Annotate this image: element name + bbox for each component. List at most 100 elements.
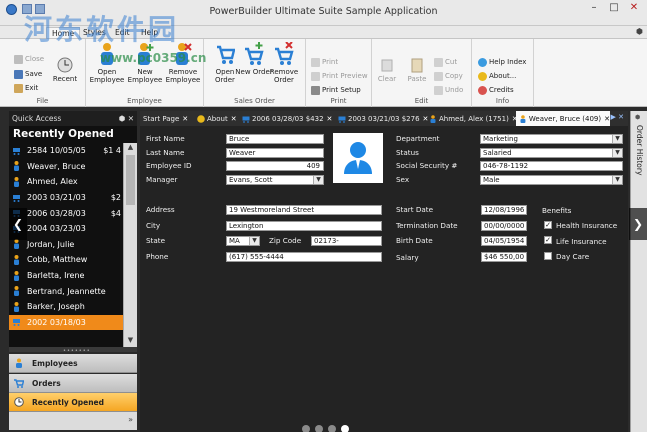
tab-start-page[interactable]: Start Page ✕ xyxy=(140,111,188,126)
nav-orders-button[interactable]: Orders xyxy=(9,374,137,393)
quick-access-pin-close[interactable]: ⬢ ✕ xyxy=(119,111,134,126)
employee-id-field[interactable]: 409 xyxy=(226,161,324,171)
tab-about[interactable]: About ✕ xyxy=(194,111,237,126)
recent-item[interactable]: Bertrand, Jeannette xyxy=(9,283,123,299)
state-dropdown[interactable]: MA ▼ xyxy=(226,236,260,246)
nav-overflow-button[interactable]: » xyxy=(128,415,133,424)
print-setup-button[interactable]: Print Setup xyxy=(311,84,361,96)
life-insurance-checkbox[interactable]: ✓ xyxy=(544,236,552,244)
birth-date-label: Birth Date xyxy=(396,236,433,245)
chevron-down-icon[interactable]: ▼ xyxy=(612,149,622,157)
maximize-button[interactable]: □ xyxy=(605,2,623,16)
scroll-thumb[interactable] xyxy=(126,155,135,205)
remove-employee-button[interactable]: Remove Employee xyxy=(164,42,202,84)
nav-pane-footer: » xyxy=(9,412,137,430)
recent-item[interactable]: Weaver, Bruce xyxy=(9,159,123,175)
open-employee-button[interactable]: Open Employee xyxy=(88,42,126,84)
chevron-down-icon[interactable]: ▼ xyxy=(249,237,259,245)
remove-order-button[interactable]: Remove Order xyxy=(265,42,303,84)
carousel-dot[interactable] xyxy=(302,425,310,432)
chevron-down-icon[interactable]: ▼ xyxy=(313,176,323,184)
close-button[interactable]: Close xyxy=(14,53,44,65)
order-history-panel-tab[interactable]: ⬢ Order History xyxy=(630,111,647,432)
exit-icon xyxy=(14,83,23,93)
day-care-checkbox[interactable] xyxy=(544,252,552,260)
scroll-down-button[interactable]: ▼ xyxy=(124,336,137,347)
recent-item[interactable]: 2003 03/21/03 $2 xyxy=(9,190,123,206)
employee-photo xyxy=(333,133,383,183)
minimize-button[interactable]: – xyxy=(585,2,603,16)
recent-item[interactable]: Barletta, Irene xyxy=(9,268,123,284)
close-window-button[interactable]: ✕ xyxy=(625,2,643,16)
recent-item[interactable]: 2002 03/18/03 xyxy=(9,314,123,331)
ssn-field[interactable]: 046-78-1192 xyxy=(480,161,623,171)
carousel-prev-button[interactable]: ❮ xyxy=(9,208,27,240)
recent-item-label: Cobb, Matthew xyxy=(27,255,88,265)
zip-field[interactable]: 02173- xyxy=(311,236,382,246)
carousel-dot[interactable] xyxy=(328,425,336,432)
print-preview-button[interactable]: Print Preview xyxy=(311,70,368,82)
status-dropdown[interactable]: Salaried ▼ xyxy=(480,148,623,158)
cart-icon xyxy=(13,147,20,155)
birth-date-field[interactable]: 04/05/1954 xyxy=(481,236,527,246)
tab-employee-weaver[interactable]: Weaver, Bruce (409) ✕ xyxy=(516,111,610,126)
person-silhouette-icon xyxy=(344,142,372,174)
salary-field[interactable]: $46 550,00 xyxy=(481,252,527,262)
manager-dropdown[interactable]: Evans, Scott ▼ xyxy=(226,175,324,185)
recent-item-label: Ahmed, Alex xyxy=(27,177,78,187)
recent-item[interactable]: Cobb, Matthew xyxy=(9,252,123,268)
recent-item[interactable]: 2584 10/05/05 $1 4 xyxy=(9,143,123,159)
carousel-dot[interactable] xyxy=(341,425,349,432)
scroll-up-button[interactable]: ▲ xyxy=(124,143,137,154)
recent-item[interactable]: Ahmed, Alex xyxy=(9,174,123,190)
credits-button[interactable]: Credits xyxy=(478,84,514,96)
chevron-down-icon[interactable]: ▼ xyxy=(612,135,622,143)
last-name-field[interactable]: Weaver xyxy=(226,148,324,158)
tab-close-icon[interactable]: ✕ xyxy=(327,115,333,123)
recent-button[interactable]: Recent xyxy=(46,57,84,83)
carousel-dot[interactable] xyxy=(315,425,323,432)
recent-item-label: Jordan, Julie xyxy=(27,239,75,249)
exit-button[interactable]: Exit xyxy=(14,82,38,94)
start-date-field[interactable]: 12/08/1996 xyxy=(481,205,527,215)
sex-dropdown[interactable]: Male ▼ xyxy=(480,175,623,185)
tab-close-icon[interactable]: ✕ xyxy=(231,115,237,123)
tab-order-2006[interactable]: 2006 03/28/03 $432 ✕ xyxy=(239,111,332,126)
recent-list-scrollbar[interactable]: ▲ ▼ xyxy=(123,143,137,347)
print-preview-icon xyxy=(311,71,320,81)
carousel-next-button[interactable]: ❯ xyxy=(629,208,647,240)
save-button[interactable]: Save xyxy=(14,68,42,80)
recent-item[interactable]: Barker, Joseph xyxy=(9,299,123,315)
new-employee-button[interactable]: New Employee xyxy=(126,42,164,84)
tab-scroll-close[interactable]: ▶ ✕ xyxy=(611,113,624,121)
chevron-down-icon[interactable]: ▼ xyxy=(612,176,622,184)
panel-splitter[interactable]: ••••••• xyxy=(9,347,137,354)
recent-item-label: Barletta, Irene xyxy=(27,271,85,281)
cut-button[interactable]: Cut xyxy=(434,56,457,68)
nav-recently-opened-button[interactable]: Recently Opened xyxy=(9,393,137,412)
ribbon-pin-icon[interactable]: ⬢ xyxy=(636,27,643,36)
tab-close-icon[interactable]: ✕ xyxy=(182,115,188,123)
help-index-button[interactable]: Help Index xyxy=(478,56,526,68)
pin-icon[interactable]: ⬢ xyxy=(635,114,640,121)
clear-button[interactable]: Clear xyxy=(372,57,402,83)
phone-field[interactable]: (617) 555-4444 xyxy=(226,252,382,262)
tab-order-2003[interactable]: 2003 03/21/03 $276 ✕ xyxy=(335,111,428,126)
undo-button[interactable]: Undo xyxy=(434,84,463,96)
copy-button[interactable]: Copy xyxy=(434,70,463,82)
tab-close-icon[interactable]: ✕ xyxy=(604,115,610,123)
paste-button[interactable]: Paste xyxy=(402,57,432,83)
address-field[interactable]: 19 Westmoreland Street xyxy=(226,205,382,215)
nav-employees-button[interactable]: Employees xyxy=(9,354,137,373)
termination-date-field[interactable]: 00/00/0000 xyxy=(481,221,527,231)
about-button[interactable]: About... xyxy=(478,70,516,82)
employee-id-label: Employee ID xyxy=(146,161,192,170)
first-name-field[interactable]: Bruce xyxy=(226,134,324,144)
department-dropdown[interactable]: Marketing ▼ xyxy=(480,134,623,144)
tab-employee-ahmed[interactable]: Ahmed, Alex (1751) ✕ xyxy=(426,111,518,126)
health-insurance-checkbox[interactable]: ✓ xyxy=(544,221,552,229)
city-field[interactable]: Lexington xyxy=(226,221,382,231)
copy-icon xyxy=(434,71,443,81)
print-button[interactable]: Print xyxy=(311,56,338,68)
benefits-label: Benefits xyxy=(542,206,572,215)
